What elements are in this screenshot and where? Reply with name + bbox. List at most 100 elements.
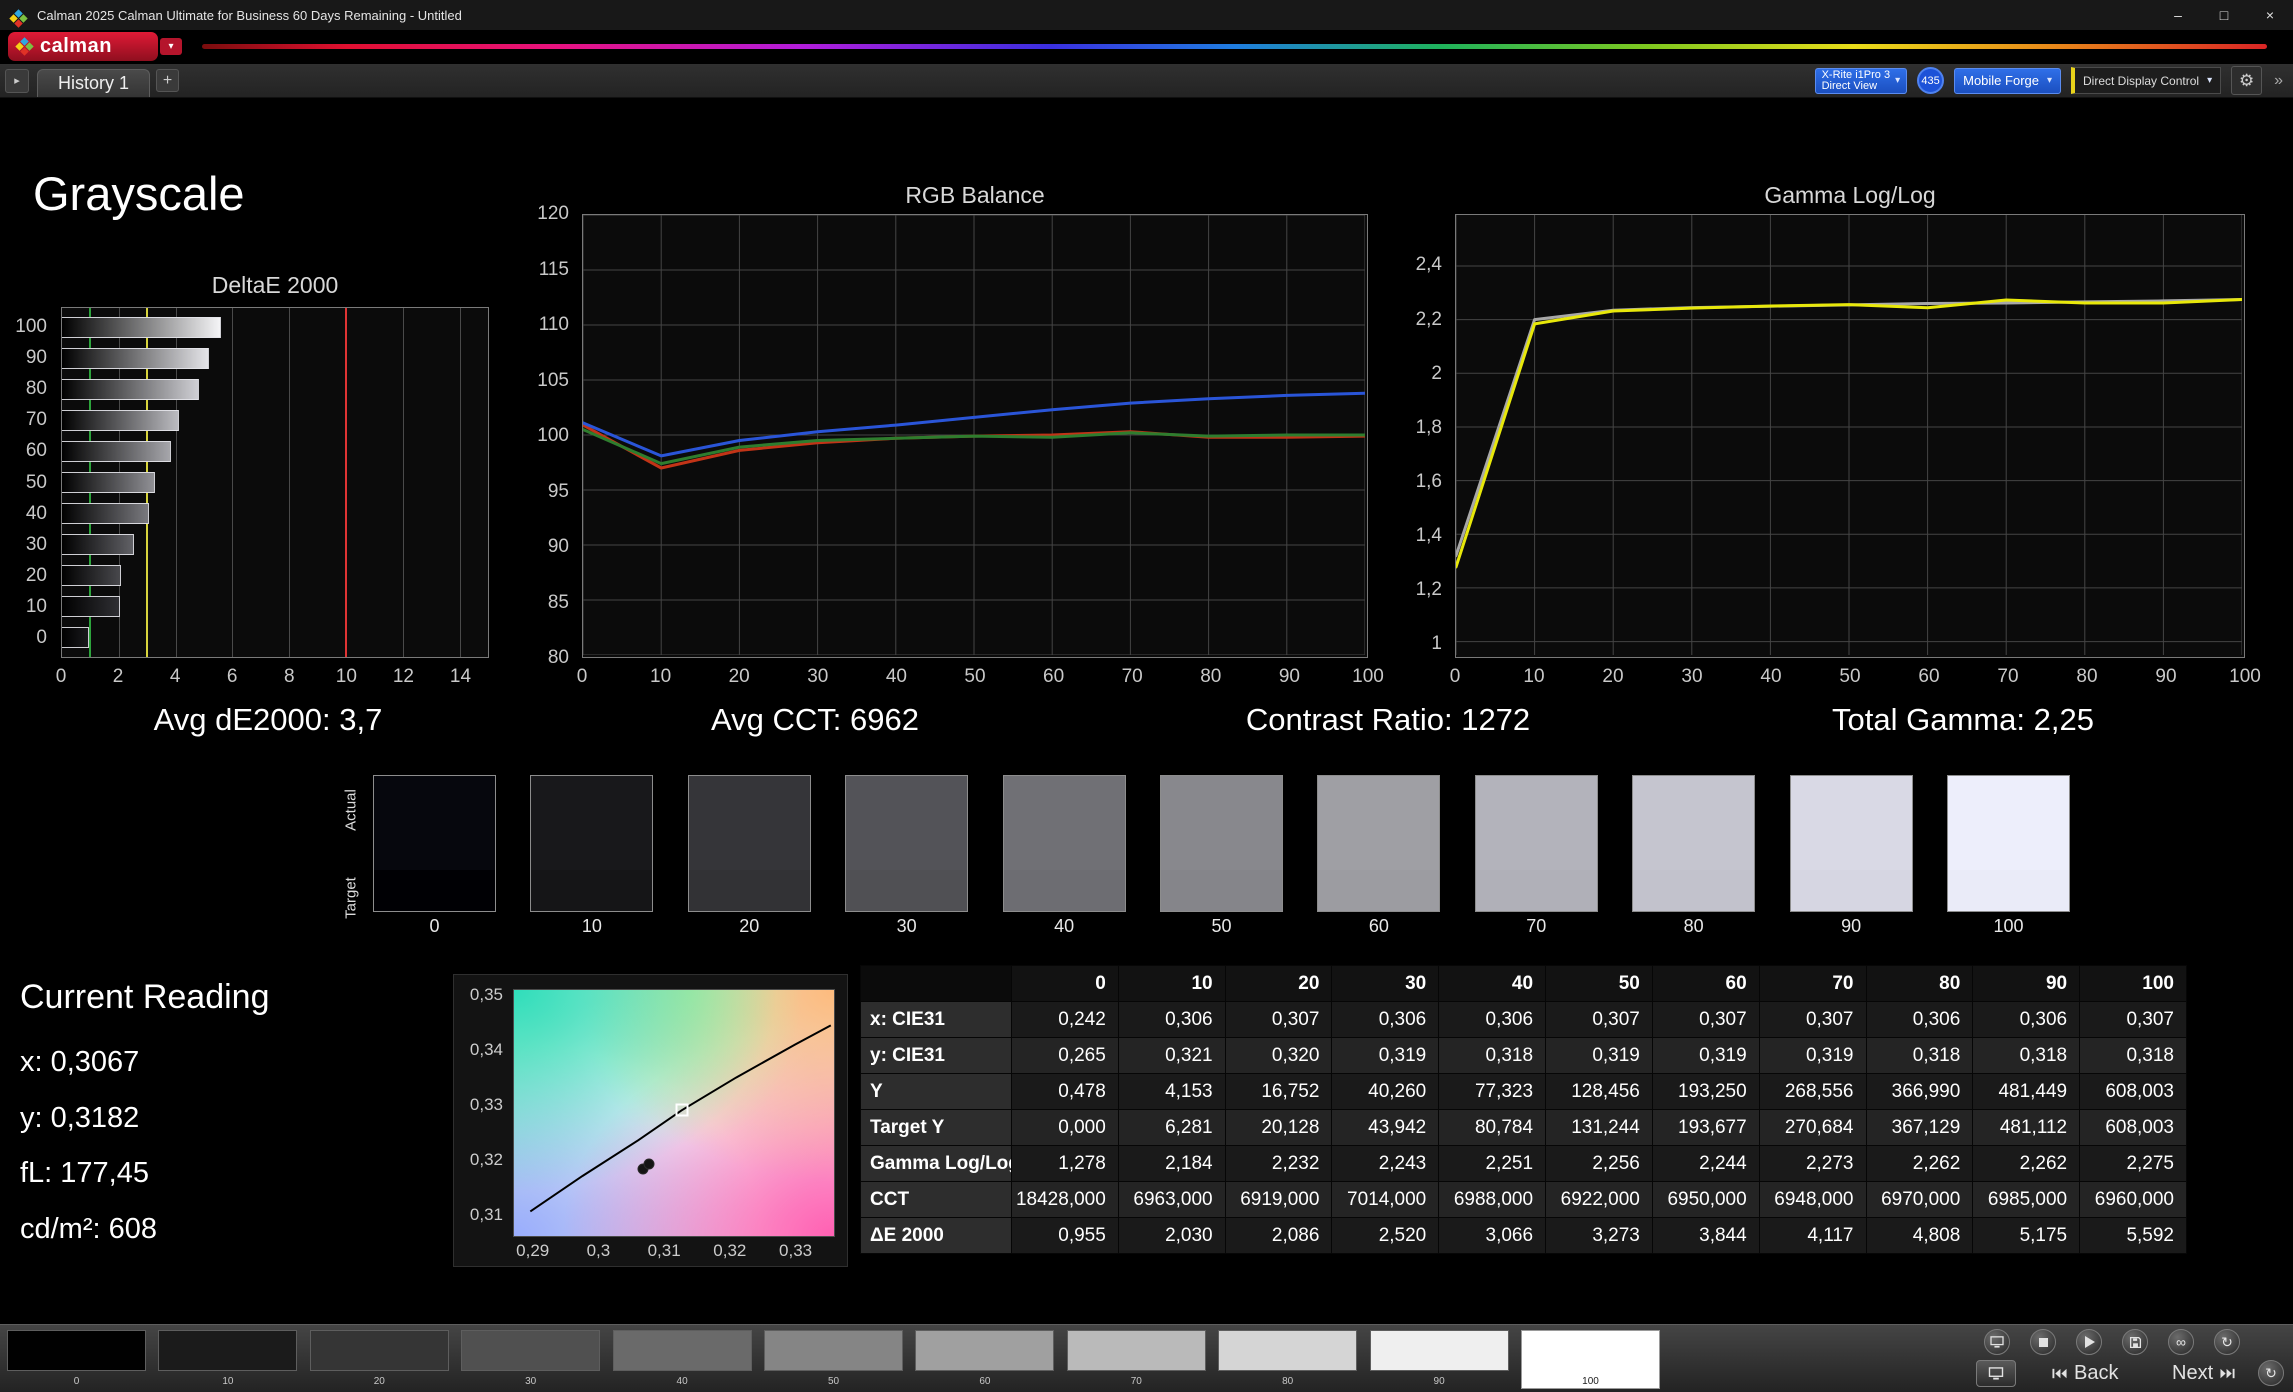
table-row-label: Target Y [860, 1109, 1012, 1146]
swatch-actual [1161, 776, 1282, 870]
pattern-level-button[interactable] [7, 1330, 146, 1371]
swatch-target [1161, 870, 1282, 911]
axis-tick-label: 0,35 [469, 984, 503, 1004]
swatch-level-label: 0 [429, 916, 440, 936]
axis-tick-label: 95 [547, 480, 569, 502]
axis-tick-label: 100 [537, 425, 569, 446]
refresh-button[interactable]: ↻ [2258, 1360, 2284, 1386]
double-chevron-icon: » [2274, 71, 2283, 89]
deltae-chart-title: DeltaE 2000 [211, 272, 339, 298]
table-column-header: 40 [1438, 965, 1547, 1002]
tab-scroll-button[interactable]: ▸ [5, 68, 29, 93]
table-cell: 6950,000 [1651, 1181, 1760, 1218]
swatch-target [1475, 870, 1597, 911]
table-row: Y 0,478 4,153 16,752 40,260 77,323 128,456 193,… [860, 1073, 2187, 1110]
window-controls: – □ × [2155, 0, 2293, 30]
pattern-level-label: 90 [1433, 1376, 1445, 1387]
swatch-strip: Actual Target 0 10 20 30 40 50 60 70 80 90 100 [0, 766, 2293, 944]
stop-button[interactable] [2030, 1329, 2056, 1355]
table-cell: 77,323 [1438, 1073, 1547, 1110]
loop-button[interactable]: ↻ [2214, 1329, 2240, 1355]
axis-tick-label: 105 [537, 369, 569, 391]
axis-tick-label: 30 [807, 666, 829, 687]
calman-diamond-icon [15, 37, 34, 56]
axis-tick-label: 30 [1681, 666, 1703, 687]
axis-tick-label: 12 [392, 666, 414, 687]
next-button[interactable]: Next [2172, 1360, 2235, 1387]
deltae-ylabels: 100 90 80 70 60 50 40 30 20 10 0 [6, 311, 54, 654]
table-cell: 2,256 [1545, 1145, 1653, 1182]
skip-forward-icon [2220, 1368, 2235, 1379]
continuous-measure-button[interactable]: ∞ [2168, 1329, 2194, 1355]
back-button[interactable]: Back [2052, 1360, 2118, 1387]
table-cell: 6963,000 [1117, 1181, 1226, 1218]
axis-tick-label: 14 [449, 666, 472, 687]
table-cell: 3,066 [1438, 1217, 1547, 1254]
rainbow-divider [202, 44, 2267, 49]
table-cell: 2,232 [1224, 1145, 1333, 1182]
pattern-level-button[interactable] [158, 1330, 298, 1371]
table-cell: 2,030 [1117, 1217, 1226, 1254]
calman-logo[interactable]: calman [8, 32, 158, 61]
swatch-level-label: 50 [1211, 916, 1232, 936]
swatch-actual [1790, 776, 1912, 870]
actual-row-label: Actual [342, 789, 360, 831]
meter-dropdown[interactable]: X-Rite i1Pro 3 Direct View ▾ [1814, 67, 1908, 94]
deltae-bar [62, 596, 120, 617]
axis-tick-label: 30 [25, 533, 47, 555]
pattern-level-button[interactable] [915, 1330, 1055, 1371]
table-cell: 2,275 [2079, 1145, 2187, 1182]
collapse-toolbar-button[interactable]: » [2272, 72, 2285, 90]
swatch-actual [846, 776, 968, 870]
table-cell: 0,306 [1865, 1001, 1974, 1038]
play-button[interactable] [2076, 1329, 2102, 1355]
axis-tick-label: 50 [25, 471, 47, 493]
axis-tick-label: 2,4 [1415, 254, 1442, 276]
logo-menu-button[interactable]: ▾ [160, 38, 182, 55]
pattern-level-label: 50 [827, 1376, 840, 1387]
target-row-label: Target [342, 877, 360, 919]
save-button[interactable] [2122, 1329, 2148, 1355]
pattern-level-button[interactable] [461, 1330, 601, 1371]
display-control-dropdown[interactable]: Direct Display Control ▾ [2071, 67, 2222, 94]
pattern-level-button[interactable] [309, 1330, 449, 1371]
table-cell: 193,250 [1651, 1073, 1760, 1110]
cie-curve-svg [514, 990, 834, 1236]
pattern-level-button[interactable] [1369, 1330, 1509, 1371]
settings-button[interactable]: ⚙ [2231, 66, 2263, 95]
pattern-level-button[interactable] [1066, 1330, 1206, 1371]
deltae-bar-row [62, 622, 488, 653]
axis-tick-label: 1,2 [1415, 579, 1442, 601]
pattern-level-button[interactable] [764, 1330, 903, 1371]
swatch-actual [1003, 776, 1125, 870]
axis-tick-label: 0,31 [647, 1241, 681, 1260]
pattern-level-button[interactable] [612, 1330, 752, 1371]
swatch-actual [1475, 776, 1597, 870]
pattern-display-toggle[interactable] [1976, 1360, 2016, 1387]
close-button[interactable]: × [2247, 0, 2293, 30]
table-cell: 0,307 [2079, 1001, 2187, 1038]
deltae-bar-row [62, 343, 488, 374]
tab-history-1[interactable]: History 1 [37, 69, 151, 97]
minimize-button[interactable]: – [2155, 0, 2201, 30]
pattern-level-button[interactable] [1218, 1330, 1358, 1371]
add-tab-button[interactable]: + [156, 69, 180, 92]
table-row-label: Gamma Log/Log [860, 1145, 1012, 1182]
table-column-header: 70 [1758, 965, 1867, 1002]
maximize-button[interactable]: □ [2201, 0, 2247, 30]
cie-plot [513, 989, 835, 1237]
gamma-ylabels: 2,4 2,2 2 1,8 1,6 1,4 1,2 1 [1403, 214, 1447, 658]
pattern-window-button[interactable] [1984, 1329, 2010, 1355]
cie-ylabels: 0,35 0,34 0,33 0,32 0,31 [454, 985, 508, 1237]
window-title: Calman 2025 Calman Ultimate for Business… [37, 7, 462, 23]
table-cell: 18428,000 [1011, 1181, 1119, 1218]
axis-tick-label: 80 [25, 377, 47, 399]
infinity-icon: ∞ [2176, 1334, 2186, 1350]
reading-cdm2: cd/m²: 608 [20, 1213, 157, 1245]
grayscale-swatch [687, 775, 811, 912]
swatch-level-label: 80 [1683, 916, 1704, 936]
table-cell: 270,684 [1758, 1109, 1867, 1146]
table-cell: 20,128 [1224, 1109, 1333, 1146]
source-dropdown[interactable]: Mobile Forge ▾ [1954, 67, 2062, 94]
axis-tick-label: 100 [15, 315, 47, 337]
